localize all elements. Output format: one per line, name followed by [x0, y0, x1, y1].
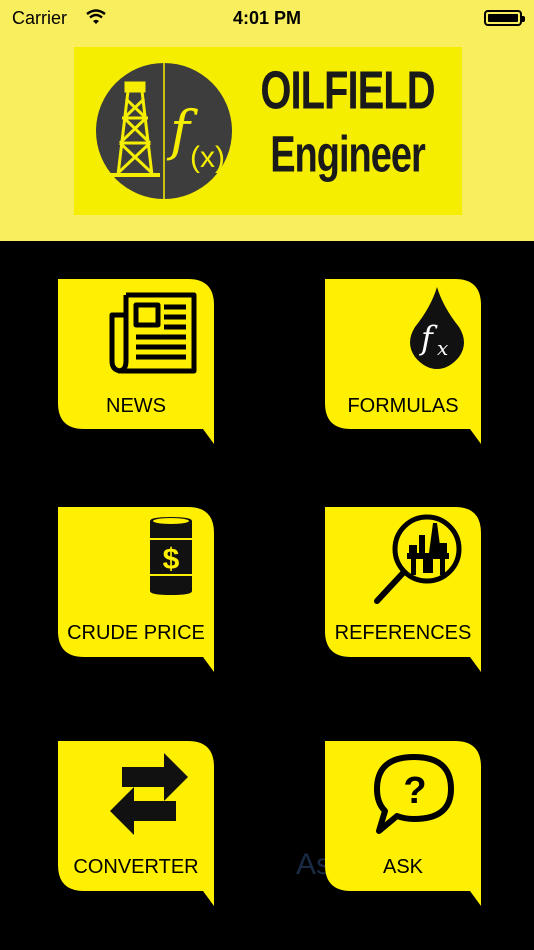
svg-text:(x): (x) — [190, 141, 225, 174]
references-label: REFERENCES — [334, 622, 472, 644]
formulas-label: FORMULAS — [347, 395, 459, 417]
clock: 4:01 PM — [232, 8, 302, 28]
converter-button[interactable]: CONVERTER — [58, 741, 214, 906]
logo-title-engineer: Engineer — [270, 127, 426, 184]
crude-price-label: CRUDE PRICE — [67, 622, 205, 644]
oil-barrel-dollar-icon: $ — [150, 517, 192, 595]
app-header: Carrier 4:01 PM f (x) OILFIELD Engineer — [0, 0, 534, 241]
oil-derrick-fx-icon: f (x) — [96, 63, 232, 199]
app-logo: f (x) OILFIELD Engineer — [74, 47, 462, 215]
svg-text:x: x — [437, 336, 448, 360]
battery-icon — [484, 10, 525, 26]
crude-price-button[interactable]: $ CRUDE PRICE — [58, 507, 214, 672]
newspaper-icon — [109, 292, 197, 374]
swap-arrows-icon — [110, 753, 188, 835]
news-label: NEWS — [106, 395, 166, 417]
formulas-button[interactable]: f x FORMULAS — [325, 279, 481, 444]
references-button[interactable]: REFERENCES — [325, 507, 481, 672]
svg-text:$: $ — [163, 543, 180, 576]
question-bubble-icon: ? — [374, 754, 454, 834]
news-button[interactable]: NEWS — [58, 279, 214, 444]
status-bar: Carrier 4:01 PM — [0, 0, 534, 36]
ask-label: ASK — [382, 856, 424, 878]
ask-button[interactable]: ? ASK — [325, 741, 481, 906]
oil-drop-fx-icon: f x — [410, 287, 464, 369]
logo-title-oilfield: OILFIELD — [260, 61, 435, 121]
svg-text:?: ? — [403, 770, 426, 812]
converter-label: CONVERTER — [73, 856, 199, 878]
magnifier-offshore-rig-icon — [374, 514, 462, 604]
